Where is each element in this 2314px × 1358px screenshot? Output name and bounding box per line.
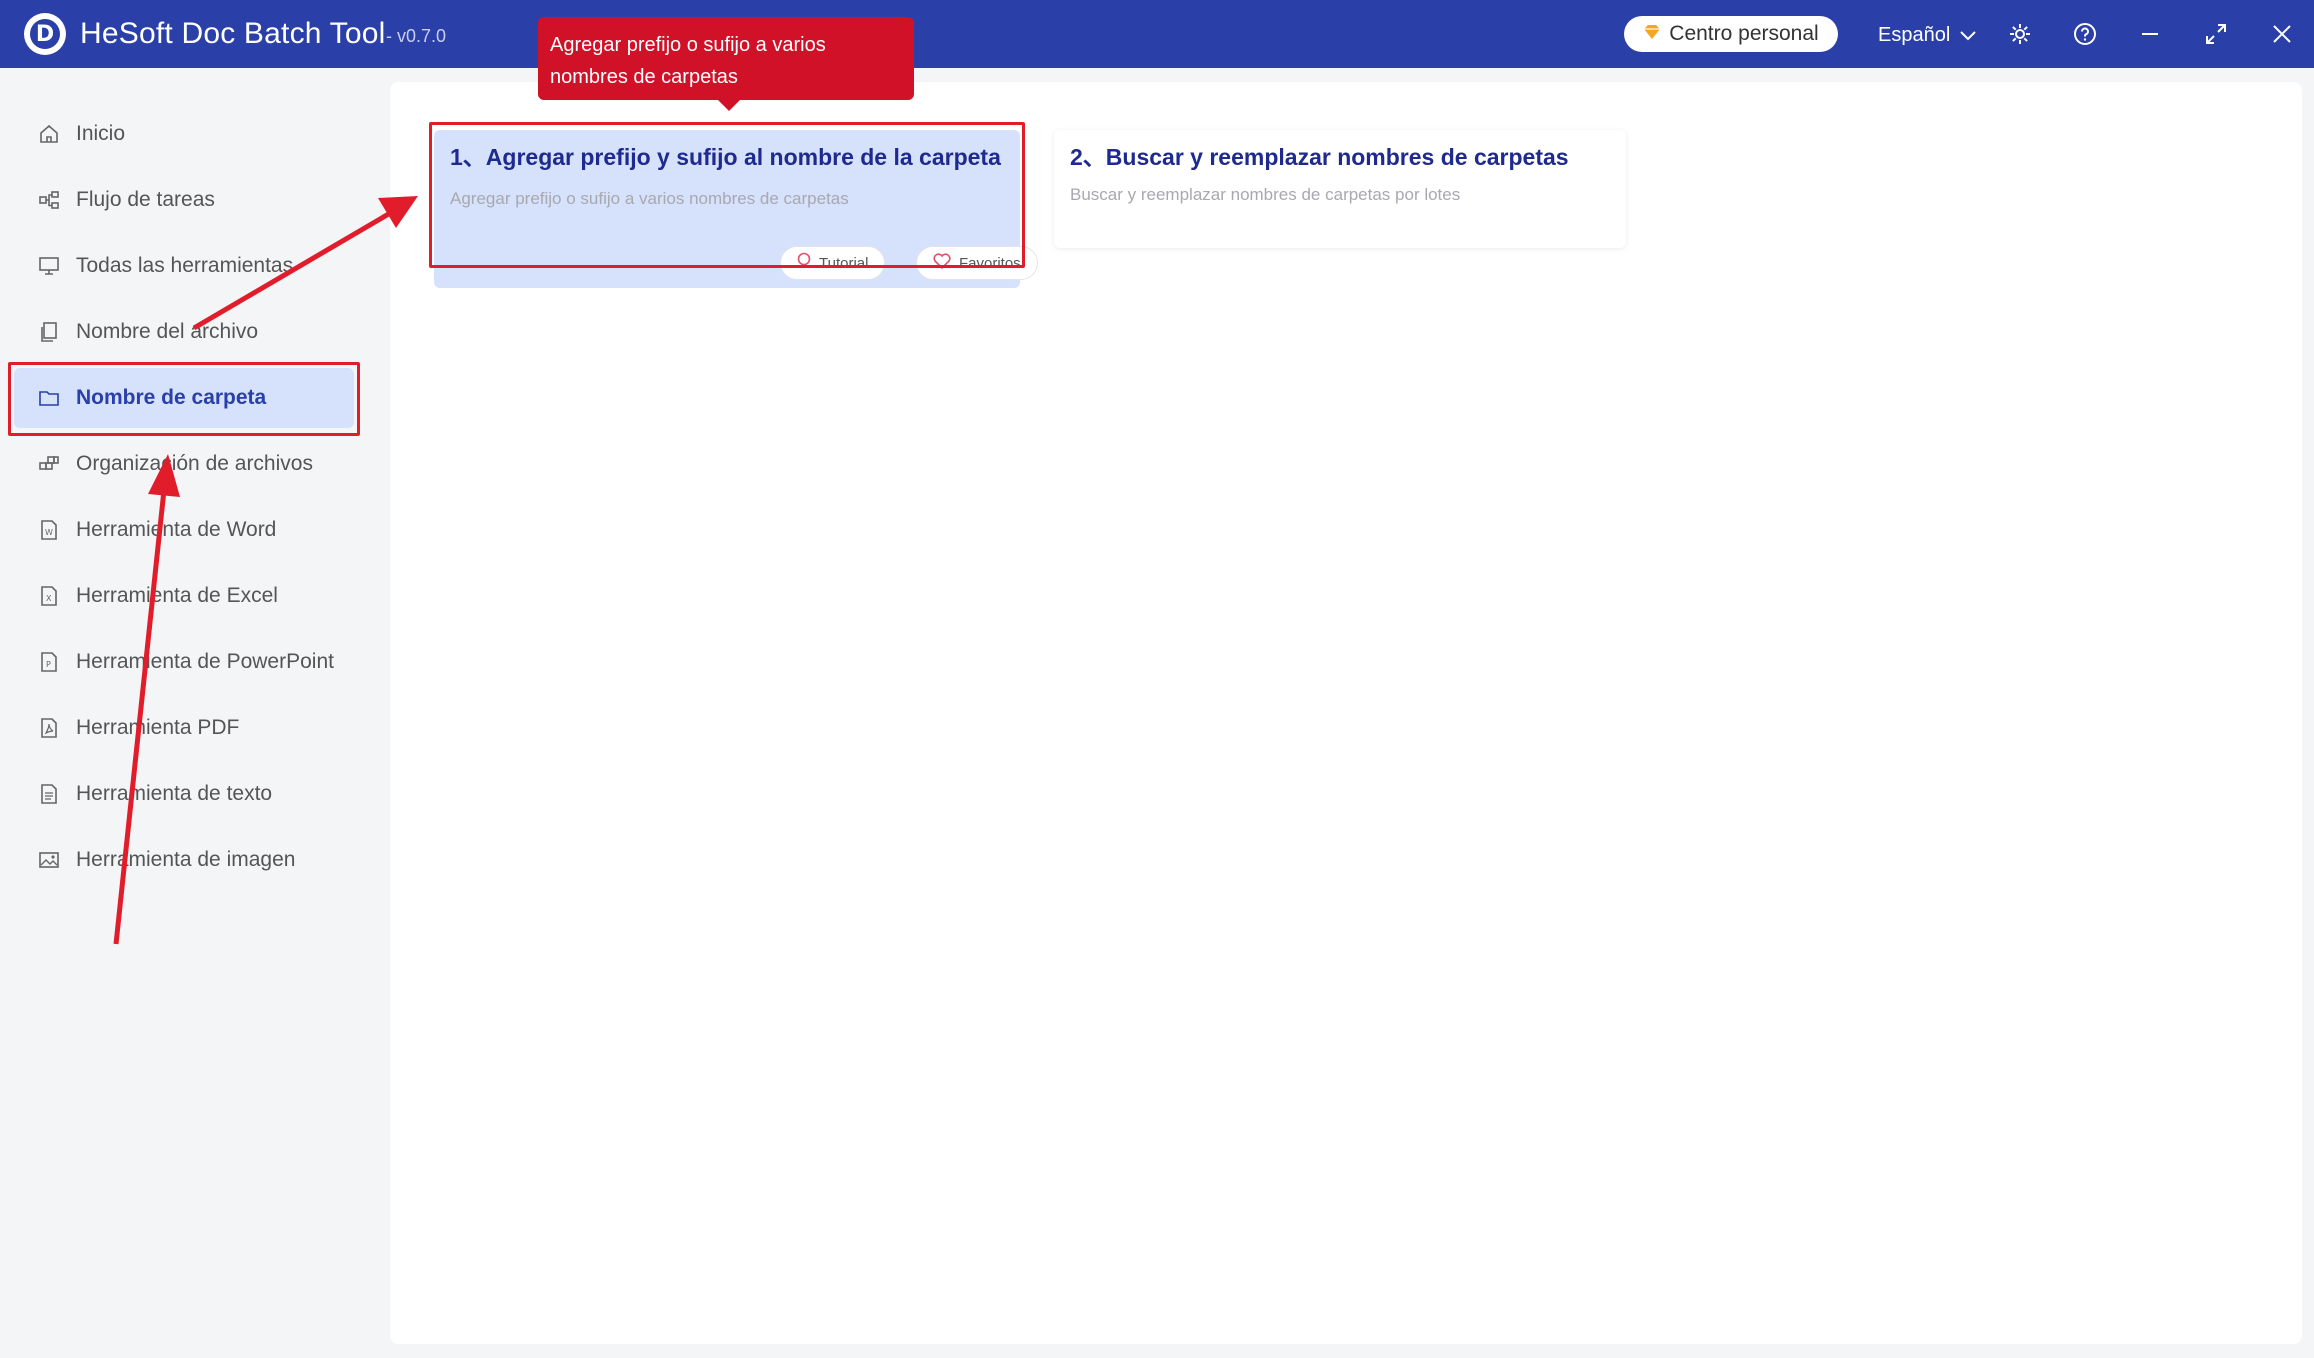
sidebar-item-label: Nombre de carpeta xyxy=(76,386,267,409)
sidebar-item-herramienta-de-powerpoint[interactable]: P Herramienta de PowerPoint xyxy=(14,632,354,692)
tool-card-find-replace[interactable]: 2、Buscar y reemplazar nombres de carpeta… xyxy=(1054,130,1626,248)
organize-icon xyxy=(36,451,62,477)
app-version: - v0.7.0 xyxy=(386,26,447,46)
image-icon xyxy=(36,847,62,873)
help-icon[interactable] xyxy=(2065,14,2105,54)
sidebar-item-nombre-de-carpeta[interactable]: Nombre de carpeta xyxy=(14,368,354,428)
sidebar-item-label: Herramienta PDF xyxy=(76,716,240,739)
tool-card-description: Buscar y reemplazar nombres de carpetas … xyxy=(1070,185,1461,204)
tutorial-label: Tutorial xyxy=(819,254,869,272)
main-panel: 1、Agregar prefijo y sufijo al nombre de … xyxy=(390,82,2302,1344)
sidebar-item-herramienta-de-imagen[interactable]: Herramienta de imagen xyxy=(14,830,354,890)
sidebar-item-label: Herramienta de imagen xyxy=(76,848,296,871)
sidebar-item-label: Organización de archivos xyxy=(76,452,313,475)
tool-card-title: 2、Buscar y reemplazar nombres de carpeta… xyxy=(1070,144,1569,170)
text-file-icon xyxy=(36,781,62,807)
excel-file-icon: X xyxy=(36,583,62,609)
sidebar-item-nombre-del-archivo[interactable]: Nombre del archivo xyxy=(14,302,354,362)
svg-text:W: W xyxy=(45,528,53,537)
heart-icon xyxy=(933,252,951,274)
sidebar-item-label: Flujo de tareas xyxy=(76,188,215,211)
language-select[interactable]: Español xyxy=(1878,20,1976,50)
sidebar-item-organizacion-de-archivos[interactable]: Organización de archivos xyxy=(14,434,354,494)
monitor-icon xyxy=(36,253,62,279)
title-bar: D HeSoft Doc Batch Tool - v0.7.0 Centro … xyxy=(0,0,2314,68)
svg-text:P: P xyxy=(46,660,51,669)
sidebar-item-label: Todas las herramientas xyxy=(76,254,294,277)
sidebar-item-label: Herramienta de Word xyxy=(76,518,277,541)
lightbulb-icon xyxy=(797,252,811,275)
sidebar-item-label: Herramienta de PowerPoint xyxy=(76,650,334,673)
app-logo-icon: D xyxy=(24,13,66,55)
minimize-icon[interactable] xyxy=(2130,14,2170,54)
maximize-icon[interactable] xyxy=(2196,14,2236,54)
diamond-icon xyxy=(1643,23,1661,46)
file-copy-icon xyxy=(36,319,62,345)
svg-text:X: X xyxy=(46,594,52,603)
personal-center-label: Centro personal xyxy=(1669,22,1819,45)
sidebar-item-todas-las-herramientas[interactable]: Todas las herramientas xyxy=(14,236,354,296)
chevron-down-icon xyxy=(1960,24,1976,47)
settings-icon[interactable] xyxy=(2000,14,2040,54)
sidebar-item-herramienta-de-word[interactable]: W Herramienta de Word xyxy=(14,500,354,560)
tool-card-description: Agregar prefijo o sufijo a varios nombre… xyxy=(450,189,849,208)
sidebar-item-herramienta-pdf[interactable]: Herramienta PDF xyxy=(14,698,354,758)
sidebar-item-herramienta-de-excel[interactable]: X Herramienta de Excel xyxy=(14,566,354,626)
sidebar-item-herramienta-de-texto[interactable]: Herramienta de texto xyxy=(14,764,354,824)
folder-icon xyxy=(36,385,62,411)
personal-center-button[interactable]: Centro personal xyxy=(1624,16,1838,52)
sidebar-item-flujo-de-tareas[interactable]: Flujo de tareas xyxy=(14,170,354,230)
tutorial-button[interactable]: Tutorial xyxy=(780,246,886,280)
word-file-icon: W xyxy=(36,517,62,543)
tooltip: Agregar prefijo o sufijo a varios nombre… xyxy=(538,17,914,111)
powerpoint-file-icon: P xyxy=(36,649,62,675)
close-icon[interactable] xyxy=(2262,14,2302,54)
sidebar-item-label: Herramienta de texto xyxy=(76,782,273,805)
home-icon xyxy=(36,121,62,147)
favorites-label: Favoritos xyxy=(959,254,1021,272)
sidebar-item-inicio[interactable]: Inicio xyxy=(14,104,354,164)
sidebar-item-label: Inicio xyxy=(76,122,126,145)
pdf-file-icon xyxy=(36,715,62,741)
favorites-button[interactable]: Favoritos xyxy=(916,246,1038,280)
sidebar-item-label: Herramienta de Excel xyxy=(76,584,278,607)
workflow-icon xyxy=(36,187,62,213)
sidebar-item-label: Nombre del archivo xyxy=(76,320,259,343)
sidebar: Inicio Flujo de tareas Todas las herrami… xyxy=(0,68,360,1358)
app-title: HeSoft Doc Batch Tool xyxy=(80,17,386,50)
language-label: Español xyxy=(1878,23,1951,46)
tool-card-title: 1、Agregar prefijo y sufijo al nombre de … xyxy=(450,144,1001,170)
